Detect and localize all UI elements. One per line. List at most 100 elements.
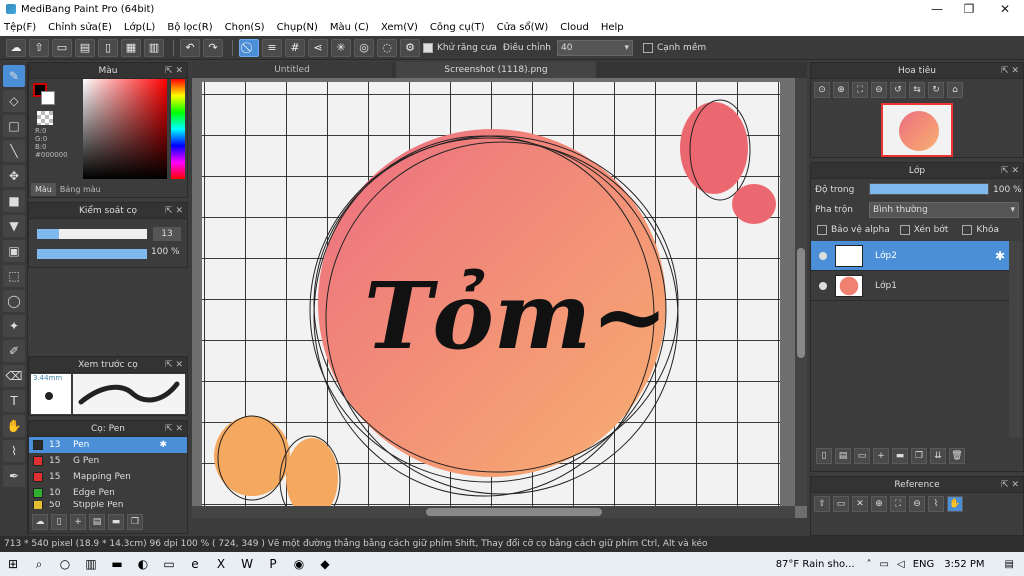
volume-icon[interactable]: ◁ bbox=[897, 559, 905, 570]
notifications-icon[interactable]: ▤ bbox=[1005, 559, 1014, 570]
tab-untitled[interactable]: Untitled bbox=[192, 62, 392, 78]
panel-controls-icon[interactable]: ⇱ ✕ bbox=[165, 357, 183, 373]
blend-mode-select[interactable]: Bình thường bbox=[869, 202, 1019, 218]
document-icon[interactable]: ▦ bbox=[121, 38, 141, 57]
add-layer-icon[interactable]: + bbox=[873, 448, 889, 464]
new-8bit-layer-icon[interactable]: ▭ bbox=[854, 448, 870, 464]
clock[interactable]: 3:52 PM bbox=[944, 559, 984, 570]
brush-item[interactable]: 10 Edge Pen bbox=[29, 485, 187, 501]
eraser-tool-icon[interactable]: ◇ bbox=[3, 90, 25, 112]
canvas-area[interactable]: Tỏm~ bbox=[192, 78, 807, 518]
duplicate-layer-icon[interactable]: ❐ bbox=[911, 448, 927, 464]
brush-item[interactable]: 15 Mapping Pen bbox=[29, 469, 187, 485]
tab-palette[interactable]: Bảng màu bbox=[56, 183, 105, 196]
cloud-icon[interactable]: ☁ bbox=[6, 38, 26, 57]
rotate-left-icon[interactable]: ↺ bbox=[890, 82, 906, 98]
tray-chevron-icon[interactable]: ˄ bbox=[867, 559, 872, 570]
excel-icon[interactable]: X bbox=[210, 555, 232, 573]
delete-layer-icon[interactable]: 🗑 bbox=[949, 448, 965, 464]
menu-cloud[interactable]: Cloud bbox=[560, 22, 589, 33]
reference-open-icon[interactable]: ▭ bbox=[833, 496, 849, 512]
reference-close-icon[interactable]: ✕ bbox=[852, 496, 868, 512]
snap-off-icon[interactable]: ⃠ bbox=[239, 38, 259, 57]
brush-item[interactable]: 50 Stipple Pen bbox=[29, 501, 187, 509]
reset-view-icon[interactable]: ⌂ bbox=[947, 82, 963, 98]
powerpoint-icon[interactable]: P bbox=[262, 555, 284, 573]
menu-file[interactable]: Tệp(F) bbox=[4, 22, 36, 33]
move-tool-icon[interactable]: ✥ bbox=[3, 165, 25, 187]
lasso-tool-icon[interactable]: ◯ bbox=[3, 290, 25, 312]
vertical-scroll-thumb[interactable] bbox=[797, 248, 805, 358]
brush-item[interactable]: 15 G Pen bbox=[29, 453, 187, 469]
drawing-canvas[interactable]: Tỏm~ bbox=[192, 78, 807, 518]
edge-icon[interactable]: e bbox=[184, 555, 206, 573]
brush-opacity-slider[interactable] bbox=[37, 249, 147, 259]
duplicate-brush-icon[interactable]: ▤ bbox=[89, 514, 105, 530]
saturation-value-picker[interactable] bbox=[83, 79, 167, 179]
fit-window-icon[interactable]: ⛶ bbox=[852, 82, 868, 98]
word-icon[interactable]: W bbox=[236, 555, 258, 573]
folder-icon[interactable]: ▬ bbox=[108, 514, 124, 530]
panel-controls-icon[interactable]: ⇱ ✕ bbox=[1001, 477, 1019, 493]
snap-vanish-icon[interactable]: ⋖ bbox=[308, 38, 328, 57]
balloon-icon[interactable]: ▤ bbox=[75, 38, 95, 57]
vertical-scrollbar[interactable] bbox=[795, 78, 807, 506]
merge-layer-icon[interactable]: ⇊ bbox=[930, 448, 946, 464]
layer-settings-gear-icon[interactable]: ✱ bbox=[995, 249, 1005, 263]
horizontal-scrollbar[interactable] bbox=[192, 506, 795, 518]
reference-zoom-in-icon[interactable]: ⊕ bbox=[871, 496, 887, 512]
snap-radial-icon[interactable]: ✳ bbox=[331, 38, 351, 57]
select-rect-tool-icon[interactable]: ⬚ bbox=[3, 265, 25, 287]
panel-controls-icon[interactable]: ⇱ ✕ bbox=[1001, 63, 1019, 79]
menu-select[interactable]: Chọn(S) bbox=[225, 22, 265, 33]
new-layer-icon[interactable]: ▯ bbox=[816, 448, 832, 464]
visibility-eye-icon[interactable] bbox=[819, 281, 827, 290]
upload-icon[interactable]: ⇧ bbox=[29, 38, 49, 57]
menu-filter[interactable]: Bộ lọc(R) bbox=[167, 22, 212, 33]
lock-checkbox[interactable] bbox=[962, 225, 973, 235]
layer-scrollbar[interactable] bbox=[1009, 241, 1021, 437]
settings-gear-icon[interactable]: ⚙ bbox=[400, 38, 420, 57]
grid-icon[interactable]: ▥ bbox=[144, 38, 164, 57]
bucket-tool-icon[interactable]: ▼ bbox=[3, 215, 25, 237]
cortana-icon[interactable]: ○ bbox=[54, 555, 76, 573]
new-halftone-layer-icon[interactable]: ▤ bbox=[835, 448, 851, 464]
maximize-button[interactable]: ❐ bbox=[952, 0, 986, 18]
copy-brush-icon[interactable]: ❐ bbox=[127, 514, 143, 530]
brush-size-value[interactable]: 13 bbox=[153, 227, 181, 241]
horizontal-scroll-thumb[interactable] bbox=[426, 508, 602, 516]
background-color-swatch[interactable] bbox=[41, 91, 55, 105]
close-button[interactable]: ✕ bbox=[988, 0, 1022, 18]
comment-icon[interactable]: ▭ bbox=[52, 38, 72, 57]
select-pen-tool-icon[interactable]: ✐ bbox=[3, 340, 25, 362]
soft-edge-checkbox[interactable] bbox=[642, 42, 653, 53]
brush-settings-gear-icon[interactable]: ✱ bbox=[159, 440, 167, 450]
app-icon[interactable]: ◐ bbox=[132, 555, 154, 573]
add-brush-icon[interactable]: + bbox=[70, 514, 86, 530]
network-icon[interactable]: ▭ bbox=[880, 559, 889, 570]
adjust-select[interactable]: 40 bbox=[556, 39, 633, 56]
task-view-icon[interactable]: ▥ bbox=[80, 555, 102, 573]
hue-slider[interactable] bbox=[171, 79, 185, 179]
menu-window[interactable]: Cửa sổ(W) bbox=[497, 22, 549, 33]
select-eraser-tool-icon[interactable]: ⌫ bbox=[3, 365, 25, 387]
menu-snap[interactable]: Chụp(N) bbox=[277, 22, 318, 33]
reference-eyedropper-icon[interactable]: ⌇ bbox=[928, 496, 944, 512]
menu-layer[interactable]: Lớp(L) bbox=[124, 22, 155, 33]
brush-item[interactable]: 13 Pen ✱ bbox=[29, 437, 187, 453]
layer-row[interactable]: Lớp1 bbox=[811, 271, 1009, 301]
snap-cross-icon[interactable]: # bbox=[285, 38, 305, 57]
medibang-icon[interactable]: ◆ bbox=[314, 555, 336, 573]
tab-screenshot[interactable]: Screenshot (1118).png bbox=[396, 62, 596, 78]
panel-controls-icon[interactable]: ⇱ ✕ bbox=[1001, 163, 1019, 179]
gradient-tool-icon[interactable]: ▣ bbox=[3, 240, 25, 262]
panel-controls-icon[interactable]: ⇱ ✕ bbox=[165, 63, 183, 79]
menu-edit[interactable]: Chỉnh sửa(E) bbox=[48, 22, 112, 33]
alpha-protect-checkbox[interactable] bbox=[817, 225, 827, 235]
brush-tool-icon[interactable]: ✎ bbox=[3, 65, 25, 87]
navigator-thumbnail[interactable] bbox=[881, 103, 953, 157]
pen-tool-icon[interactable]: ✒ bbox=[3, 465, 25, 487]
text-tool-icon[interactable]: T bbox=[3, 390, 25, 412]
monitor-icon[interactable]: ▭ bbox=[158, 555, 180, 573]
eyedropper-tool-icon[interactable]: ⌇ bbox=[3, 440, 25, 462]
